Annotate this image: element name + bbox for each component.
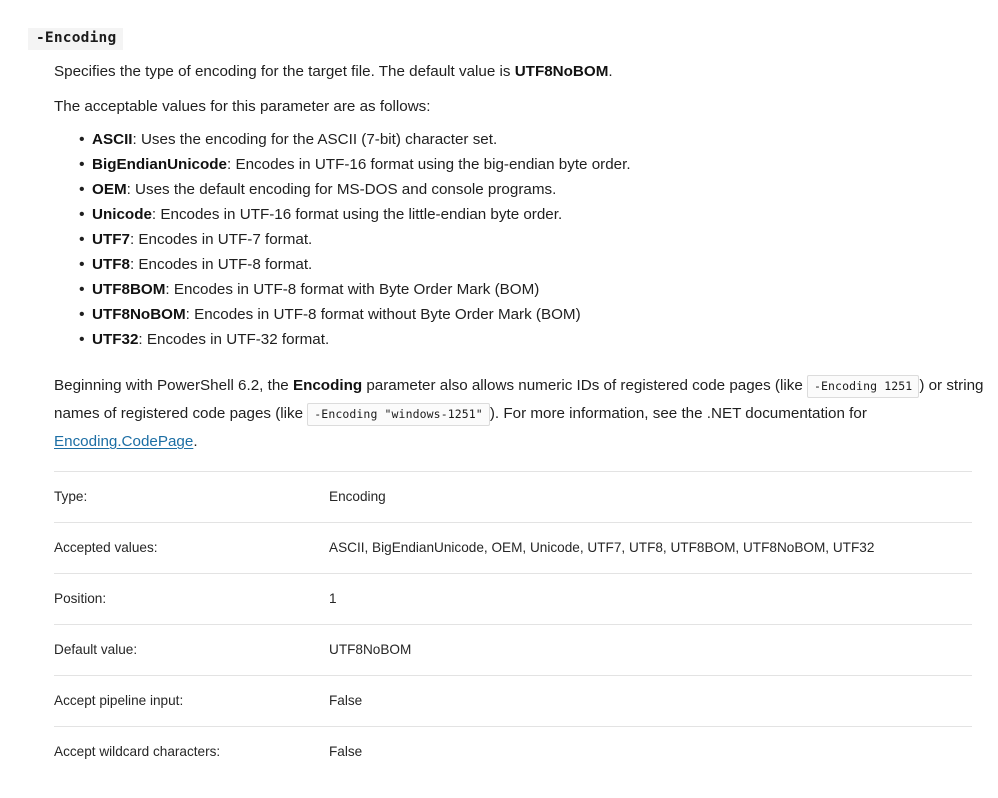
value-name: UTF32: [92, 331, 139, 349]
value-name: Unicode: [92, 206, 152, 224]
table-row: Position: 1: [54, 573, 972, 624]
intro-default-value: UTF8NoBOM: [514, 63, 609, 80]
table-row: Accepted values: ASCII, BigEndianUnicode…: [54, 522, 972, 573]
parameter-details-table: Type: Encoding Accepted values: ASCII, B…: [54, 471, 972, 777]
value-name: BigEndianUnicode: [92, 156, 228, 174]
detail-value: ASCII, BigEndianUnicode, OEM, Unicode, U…: [329, 540, 875, 556]
detail-label: Accept wildcard characters:: [54, 744, 221, 760]
accepted-values-list: ASCII: Uses the encoding for the ASCII (…: [54, 127, 984, 352]
value-name: UTF8BOM: [92, 281, 166, 299]
value-name: UTF7: [92, 231, 130, 249]
detail-value: 1: [329, 591, 337, 607]
detail-value: False: [329, 744, 363, 760]
intro-paragraph: Specifies the type of encoding for the t…: [54, 60, 984, 84]
table-row: Accept pipeline input: False: [54, 675, 972, 726]
value-name: ASCII: [92, 131, 133, 149]
detail-label: Default value:: [54, 642, 138, 658]
list-item: UTF7: Encodes in UTF-7 format.: [79, 227, 984, 252]
value-description: : Encodes in UTF-16 format using the big…: [227, 156, 631, 174]
value-description: : Encodes in UTF-8 format with Byte Orde…: [165, 281, 540, 299]
intro-text-after: .: [608, 63, 613, 80]
value-name: OEM: [92, 181, 127, 199]
note-segment-4: ). For more information, see the .NET do…: [489, 405, 867, 423]
list-item: BigEndianUnicode: Encodes in UTF-16 form…: [79, 152, 984, 177]
detail-label: Position:: [54, 591, 107, 607]
detail-label: Accept pipeline input:: [54, 693, 184, 709]
value-description: : Encodes in UTF-32 format.: [138, 331, 330, 349]
inline-code-encoding-windows-1251: -Encoding "windows-1251": [307, 403, 490, 427]
parameter-description: Specifies the type of encoding for the t…: [54, 60, 984, 456]
table-row: Default value: UTF8NoBOM: [54, 624, 972, 675]
detail-value: UTF8NoBOM: [329, 642, 412, 658]
value-description: : Uses the encoding for the ASCII (7-bit…: [132, 131, 498, 149]
list-item: UTF32: Encodes in UTF-32 format.: [79, 327, 984, 352]
inline-code-encoding-1251: -Encoding 1251: [806, 375, 920, 399]
value-description: : Encodes in UTF-16 format using the lit…: [151, 206, 563, 224]
note-encoding-bold: Encoding: [292, 377, 363, 395]
note-segment-5: .: [193, 433, 198, 451]
table-row: Accept wildcard characters: False: [54, 726, 972, 777]
documentation-page: -Encoding Specifies the type of encoding…: [0, 0, 998, 798]
list-item: UTF8BOM: Encodes in UTF-8 format with By…: [79, 277, 984, 302]
detail-label: Accepted values:: [54, 540, 158, 556]
value-description: : Uses the default encoding for MS-DOS a…: [126, 181, 557, 199]
acceptable-values-intro: The acceptable values for this parameter…: [54, 97, 431, 115]
encoding-codepage-link[interactable]: Encoding.CodePage: [54, 433, 193, 450]
list-item: OEM: Uses the default encoding for MS-DO…: [79, 177, 984, 202]
note-segment-2: parameter also allows numeric IDs of reg…: [362, 377, 807, 395]
codepage-note-paragraph: Beginning with PowerShell 6.2, the Encod…: [54, 372, 984, 456]
value-description: : Encodes in UTF-8 format.: [129, 256, 313, 274]
list-item: Unicode: Encodes in UTF-16 format using …: [79, 202, 984, 227]
detail-value: Encoding: [329, 489, 386, 505]
list-item: ASCII: Uses the encoding for the ASCII (…: [79, 127, 984, 152]
list-item: UTF8: Encodes in UTF-8 format.: [79, 252, 984, 277]
parameter-heading: -Encoding: [28, 28, 124, 50]
intro-text-before: Specifies the type of encoding for the t…: [54, 63, 515, 80]
detail-label: Type:: [54, 489, 88, 505]
detail-value: False: [329, 693, 363, 709]
list-item: UTF8NoBOM: Encodes in UTF-8 format witho…: [79, 302, 984, 327]
value-description: : Encodes in UTF-7 format.: [129, 231, 313, 249]
value-description: : Encodes in UTF-8 format without Byte O…: [185, 306, 581, 324]
note-segment-1: Beginning with PowerShell 6.2, the: [54, 377, 293, 395]
table-row: Type: Encoding: [54, 471, 972, 522]
value-name: UTF8NoBOM: [92, 306, 186, 324]
value-name: UTF8: [92, 256, 130, 274]
